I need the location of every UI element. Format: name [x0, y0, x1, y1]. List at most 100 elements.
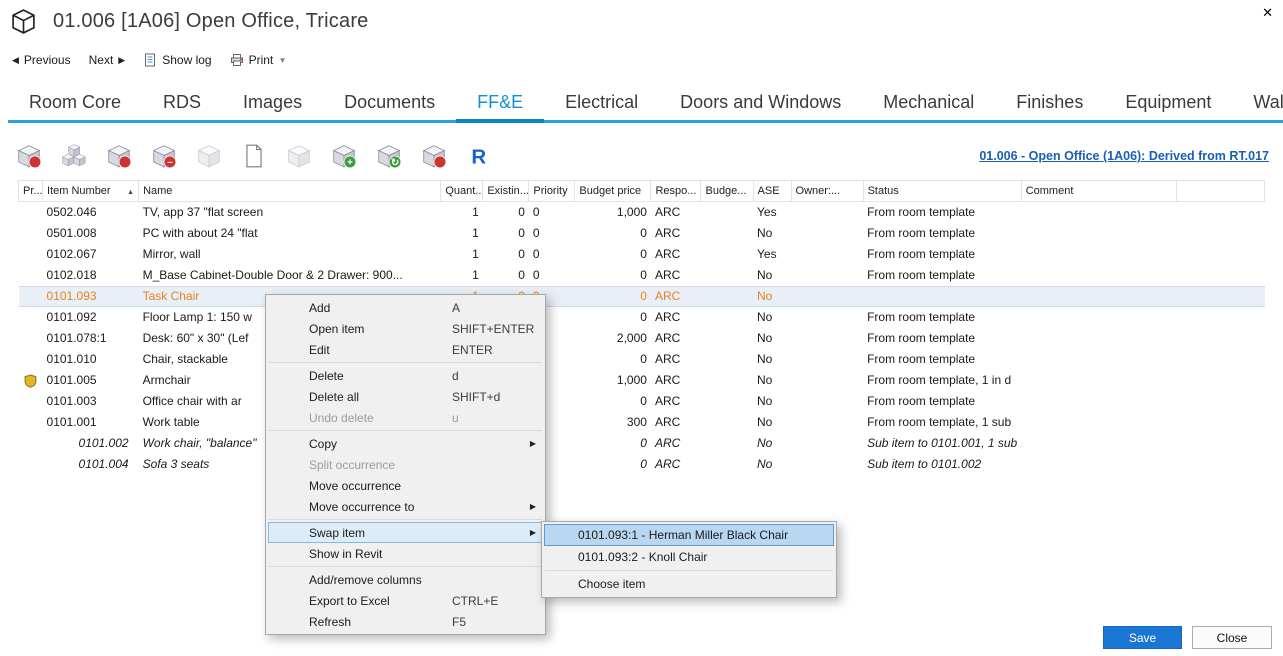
table-row[interactable]: 0102.067Mirror, wall1000ARCYesFrom room …	[19, 244, 1265, 265]
next-label: Next	[89, 53, 114, 67]
menu-item-delete-all[interactable]: Delete allSHIFT+d	[268, 386, 543, 407]
person-occurrence-icon[interactable]	[421, 143, 447, 169]
tab-mechanical[interactable]: Mechanical	[862, 85, 995, 120]
cell-budget	[701, 307, 753, 328]
column-header-budget-price[interactable]: Budget price	[575, 181, 651, 202]
menu-item-add-remove-columns[interactable]: Add/remove columns	[268, 569, 543, 590]
new-item-icon[interactable]	[16, 143, 42, 169]
submenu-arrow-icon: ▶	[530, 502, 536, 511]
table-row[interactable]: 0101.003Office chair with ar0ARCNoFrom r…	[19, 391, 1265, 412]
table-row[interactable]: 0101.093Task Chair1000ARCNo	[19, 286, 1265, 307]
save-button[interactable]: Save	[1103, 626, 1182, 649]
cell-comment	[1021, 328, 1176, 349]
table-row[interactable]: 0101.001Work table300ARCNoFrom room temp…	[19, 412, 1265, 433]
tab-room-core[interactable]: Room Core	[8, 85, 142, 120]
column-header-respo[interactable]: Respo...	[651, 181, 701, 202]
tab-walls[interactable]: Walls	[1232, 85, 1283, 120]
column-header-name[interactable]: Name	[139, 181, 441, 202]
cell-status: From room template	[863, 244, 1021, 265]
menu-item-move-occurrence-to[interactable]: Move occurrence to▶	[268, 496, 543, 517]
menu-item-move-occurrence[interactable]: Move occurrence	[268, 475, 543, 496]
tab-rds[interactable]: RDS	[142, 85, 222, 120]
close-button[interactable]: Close	[1192, 626, 1272, 649]
cell-budget-price: 0	[575, 265, 651, 286]
cell-item-number: 0501.008	[43, 223, 139, 244]
table-row[interactable]: 0101.010Chair, stackable0ARCNoFrom room …	[19, 349, 1265, 370]
tab-ff-e[interactable]: FF&E	[456, 85, 544, 120]
tab-documents[interactable]: Documents	[323, 85, 456, 120]
print-button[interactable]: Print ▾	[230, 53, 285, 67]
column-header-quant[interactable]: Quant...	[441, 181, 483, 202]
cell-responsible: ARC	[651, 265, 701, 286]
next-button[interactable]: Next ▶	[89, 53, 126, 67]
column-header-priority[interactable]: Priority	[529, 181, 575, 202]
table-row[interactable]: 0101.004Sofa 3 seats0ARCNoSub item to 01…	[19, 454, 1265, 475]
cell-ase: Yes	[753, 244, 791, 265]
cell-budget	[701, 433, 753, 454]
cell-status: Sub item to 0101.001, 1 sub ite	[863, 433, 1021, 454]
new-occurrence-icon[interactable]	[106, 143, 132, 169]
menu-item-delete[interactable]: Deleted	[268, 365, 543, 386]
menu-item-open-item[interactable]: Open itemSHIFT+ENTER	[268, 318, 543, 339]
column-header-owner[interactable]: Owner:...	[791, 181, 863, 202]
refresh-occurrence-icon[interactable]: ↻	[376, 143, 402, 169]
table-row[interactable]: 0102.018M_Base Cabinet-Double Door & 2 D…	[19, 265, 1265, 286]
column-header-pr[interactable]: Pr...	[19, 181, 43, 202]
cell-status: From room template	[863, 202, 1021, 224]
cell-ase: No	[753, 286, 791, 307]
table-row[interactable]: 0101.092Floor Lamp 1: 150 w0ARCNoFrom ro…	[19, 307, 1265, 328]
column-header-status[interactable]: Status	[863, 181, 1021, 202]
menu-separator	[269, 566, 542, 567]
item-group-icon[interactable]	[61, 143, 87, 169]
menu-item-refresh[interactable]: RefreshF5	[268, 611, 543, 632]
menu-separator	[269, 430, 542, 431]
cell-budget	[701, 265, 753, 286]
next-arrow-icon: ▶	[118, 55, 125, 66]
menu-item-edit[interactable]: EditENTER	[268, 339, 543, 360]
table-row[interactable]: 0502.046TV, app 37 "flat screen1001,000A…	[19, 202, 1265, 224]
table-row[interactable]: 0101.002Work chair, "balance"0ARCNoSub i…	[19, 433, 1265, 454]
show-log-button[interactable]: Show log	[143, 53, 211, 67]
column-header-existin[interactable]: Existin...	[483, 181, 529, 202]
cell-filler	[1176, 202, 1264, 224]
previous-arrow-icon: ◀	[12, 55, 19, 66]
menu-item-export-to-excel[interactable]: Export to ExcelCTRL+E	[268, 590, 543, 611]
menu-item-copy[interactable]: Copy▶	[268, 433, 543, 454]
cube-disabled-icon[interactable]	[196, 143, 222, 169]
window-close-icon[interactable]: ✕	[1262, 5, 1273, 21]
tab-images[interactable]: Images	[222, 85, 323, 120]
menu-item-0101-093-2-knoll-chair[interactable]: 0101.093:2 - Knoll Chair	[544, 546, 834, 568]
tab-doors-and-windows[interactable]: Doors and Windows	[659, 85, 862, 120]
table-row[interactable]: 0101.078:1Desk: 60" x 30" (Lef2,000ARCNo…	[19, 328, 1265, 349]
delete-occurrence-icon[interactable]: −	[151, 143, 177, 169]
table-row[interactable]: 0501.008PC with about 24 "flat1000ARCNoF…	[19, 223, 1265, 244]
tab-equipment[interactable]: Equipment	[1104, 85, 1232, 120]
derived-from-link[interactable]: 01.006 - Open Office (1A06): Derived fro…	[979, 149, 1269, 163]
cell-budget	[701, 412, 753, 433]
cell-budget	[701, 202, 753, 224]
cell-filler	[1176, 370, 1264, 391]
revit-icon[interactable]: R	[466, 143, 492, 169]
menu-item-swap-item[interactable]: Swap item▶	[268, 522, 543, 543]
cell-filler	[1176, 454, 1264, 475]
menu-shortcut: ENTER	[452, 343, 493, 357]
cube-light-icon[interactable]	[286, 143, 312, 169]
column-header-budge[interactable]: Budge...	[701, 181, 753, 202]
cell-comment	[1021, 244, 1176, 265]
cell-priority: 0	[529, 202, 575, 224]
menu-item-choose-item[interactable]: Choose item	[544, 573, 834, 595]
menu-item-0101-093-1-herman-miller-black-chair[interactable]: 0101.093:1 - Herman Miller Black Chair	[544, 524, 834, 546]
column-header-ase[interactable]: ASE	[753, 181, 791, 202]
tab-electrical[interactable]: Electrical	[544, 85, 659, 120]
document-icon[interactable]	[241, 143, 267, 169]
table-row[interactable]: 0101.005Armchair1,000ARCNoFrom room temp…	[19, 370, 1265, 391]
tab-finishes[interactable]: Finishes	[995, 85, 1104, 120]
column-header-comment[interactable]: Comment	[1021, 181, 1176, 202]
print-label: Print	[249, 53, 274, 67]
menu-item-show-in-revit[interactable]: Show in Revit	[268, 543, 543, 564]
cell-budget	[701, 223, 753, 244]
menu-item-add[interactable]: AddA	[268, 297, 543, 318]
column-header-item-number[interactable]: Item Number▲	[43, 181, 139, 202]
previous-button[interactable]: ◀ Previous	[12, 53, 71, 67]
add-occurrence-icon[interactable]: +	[331, 143, 357, 169]
